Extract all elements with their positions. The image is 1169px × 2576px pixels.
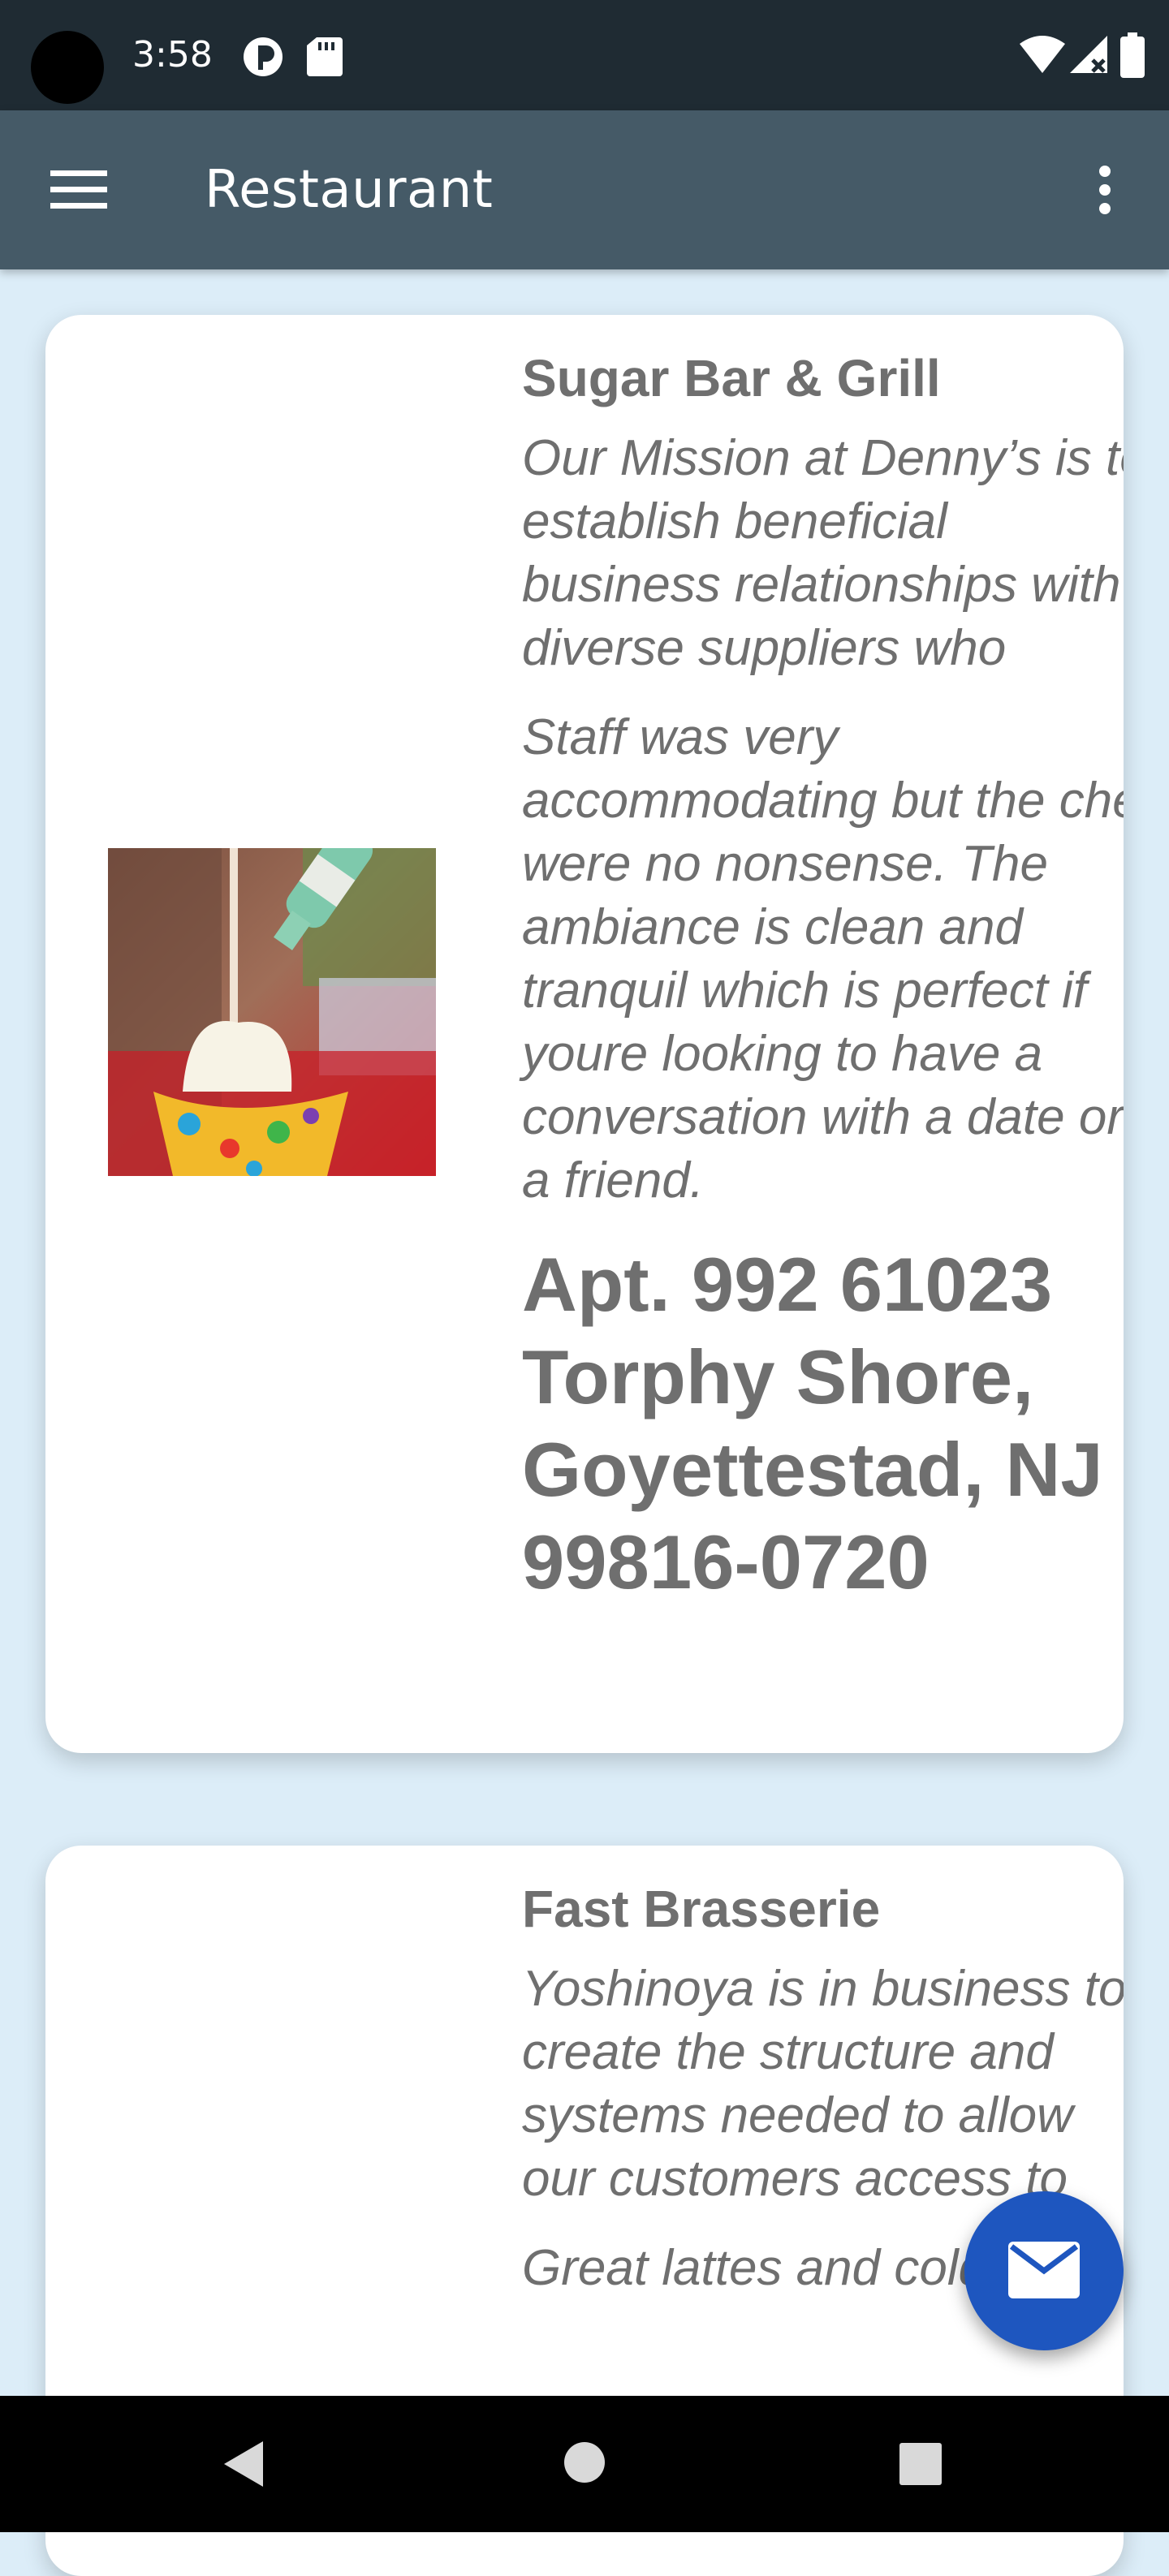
restaurant-name: Sugar Bar & Grill [522, 349, 941, 407]
restaurant-mission: Yoshinoya is in business to create the s… [522, 1961, 1124, 2207]
email-icon [1008, 2242, 1080, 2298]
restaurant-mission: Our Mission at Denny’s is to establish b… [522, 430, 1124, 676]
wifi-icon [1020, 34, 1065, 78]
restaurant-name: Fast Brasserie [522, 1880, 881, 1938]
menu-icon[interactable] [50, 169, 107, 213]
status-time: 3:58 [132, 34, 213, 75]
email-fab-button[interactable] [964, 2191, 1124, 2350]
restaurant-card[interactable]: Sugar Bar & Grill Our Mission at Denny’s… [45, 315, 1124, 1753]
restaurant-review: Staff was very accommodating but the che… [522, 709, 1124, 1208]
home-icon[interactable] [563, 2441, 606, 2487]
back-icon[interactable] [221, 2438, 266, 2493]
battery-icon [1120, 32, 1145, 81]
restaurant-details: Sugar Bar & Grill Our Mission at Denny’s… [522, 344, 1124, 1609]
camera-cutout [31, 31, 104, 104]
signal-icon [1068, 34, 1109, 78]
status-bar: 3:58 [0, 0, 1169, 110]
recents-icon[interactable] [899, 2443, 942, 2488]
app-title: Restaurant [205, 160, 494, 220]
more-vert-icon[interactable] [1093, 164, 1117, 219]
sync-icon [242, 36, 284, 81]
restaurant-photo [108, 848, 436, 1176]
app-bar: Restaurant [0, 110, 1169, 269]
sd-card-icon [307, 36, 343, 81]
system-nav-bar [0, 2396, 1169, 2532]
restaurant-address: Apt. 992 61023 Torphy Shore, Goyettestad… [522, 1242, 1103, 1605]
